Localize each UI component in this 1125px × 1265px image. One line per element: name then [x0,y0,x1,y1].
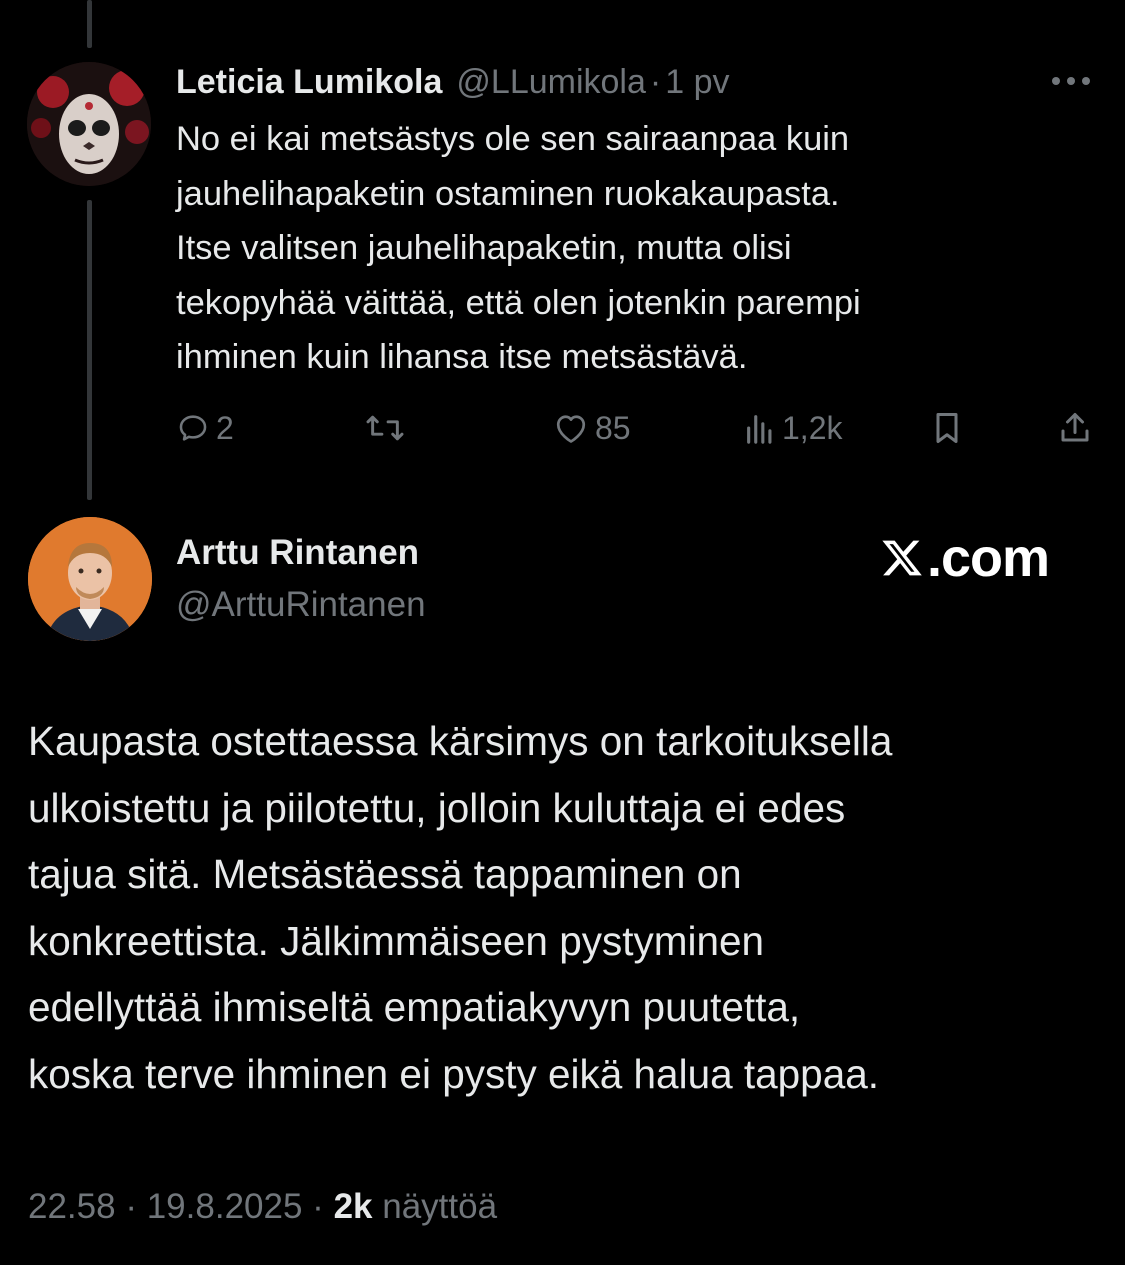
avatar-arttu[interactable] [28,517,152,641]
bookmark-icon [936,413,958,443]
more-icon[interactable] [1048,70,1094,92]
tweet-meta: 22.58 · 19.8.2025 · 2k näyttöä [28,1187,498,1226]
author-name[interactable]: Arttu Rintanen [176,532,419,574]
post-time[interactable]: 1 pv [665,63,729,102]
tweet-text: Kaupasta ostettaessa kärsimys on tarkoit… [28,718,893,1097]
views-label: näyttöä [382,1187,498,1226]
like-button[interactable]: 85 [553,408,631,448]
share-button[interactable] [1058,408,1092,448]
watermark: .com [880,528,1050,588]
reply-text: No ei kai metsästys ole sen sairaanpaa k… [176,120,861,376]
like-count: 85 [595,409,631,446]
like-icon [556,415,586,443]
separator: · [649,62,662,101]
thread-line-top [87,0,92,48]
x-logo-icon [882,540,922,576]
reply-button[interactable]: 2 [176,408,234,448]
thread-line [87,200,92,500]
reply-count: 2 [216,409,234,446]
retweet-button[interactable] [364,408,406,448]
author-handle[interactable]: @ArttuRintanen [176,584,426,626]
watermark-text: .com [927,528,1050,588]
author-handle[interactable]: @LLumikola [456,63,646,102]
author-name[interactable]: Leticia Lumikola [176,63,442,102]
avatar-leticia[interactable] [27,62,151,186]
views-icon [747,415,772,444]
reply-icon [179,415,207,441]
views-button[interactable]: 1,2k [744,408,842,448]
views-count: 1,2k [782,409,843,446]
bookmark-button[interactable] [931,408,963,448]
views-count: 2k [333,1187,373,1226]
post-time[interactable]: 22.58 [28,1187,116,1226]
retweet-icon [366,415,404,441]
share-icon [1061,413,1089,442]
post-date[interactable]: 19.8.2025 [147,1187,303,1226]
